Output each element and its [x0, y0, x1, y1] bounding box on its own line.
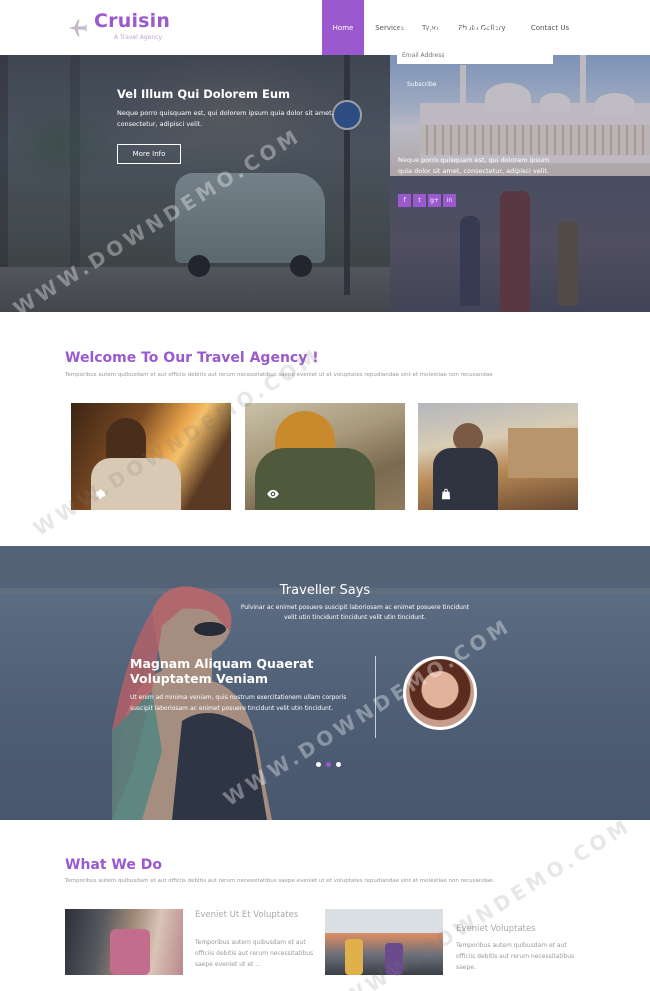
social-links: f t g+ in — [398, 194, 456, 207]
what-we-do-subtitle: Temporibus autem quibusdam et aut offici… — [65, 878, 495, 884]
logo[interactable]: Cruisin A Travel Agency — [66, 10, 186, 46]
slider-dots — [316, 762, 341, 767]
brand-tagline: A Travel Agency — [114, 34, 163, 41]
service-text: Temporibus autem quibusdam et aut offici… — [195, 939, 314, 968]
airplane-icon — [68, 19, 87, 37]
newsletter-text: Neque porro quisquam est, qui dolorem ip… — [398, 156, 550, 175]
service-text: Temporibus autem quibusdam et aut offici… — [456, 942, 575, 971]
testimonial-body: Ut enim ad minima veniam, quis nostrum e… — [130, 694, 347, 712]
service-image[interactable] — [65, 909, 183, 975]
testimonial-subtitle: Pulvinar ac enimet posuere suscipit labo… — [240, 604, 470, 621]
testimonial-title: Traveller Says — [279, 583, 371, 598]
google-plus-icon[interactable]: g+ — [428, 194, 441, 207]
slider-dot[interactable] — [326, 762, 331, 767]
newsletter-title: Newsletter — [398, 20, 501, 41]
shopping-bag-icon — [441, 488, 451, 500]
linkedin-icon[interactable]: in — [443, 194, 456, 207]
slider-dot[interactable] — [316, 762, 321, 767]
service-title[interactable]: Eveniet Ut Et Voluptates — [195, 910, 305, 921]
hero-text: Neque porro quisquam est, qui dolorem ip… — [117, 109, 334, 128]
nav-home[interactable]: Home — [322, 0, 364, 55]
slider-dot[interactable] — [336, 762, 341, 767]
gallery-item[interactable] — [245, 403, 405, 510]
gallery-item[interactable] — [418, 403, 578, 510]
facebook-icon[interactable]: f — [398, 194, 411, 207]
testimonial-heading: Magnam Aliquam Quaerat Voluptatem Veniam — [130, 656, 314, 686]
eye-icon — [267, 489, 279, 499]
twitter-icon[interactable]: t — [413, 194, 426, 207]
more-info-button[interactable]: More Info — [117, 144, 181, 164]
brand-name: Cruisin — [94, 10, 171, 32]
what-we-do-title: What We Do — [65, 857, 162, 873]
email-input[interactable] — [397, 47, 553, 64]
subscribe-button[interactable]: Subscribe — [407, 81, 436, 88]
hero-title: Vel Illum Qui Dolorem Eum — [117, 87, 291, 101]
